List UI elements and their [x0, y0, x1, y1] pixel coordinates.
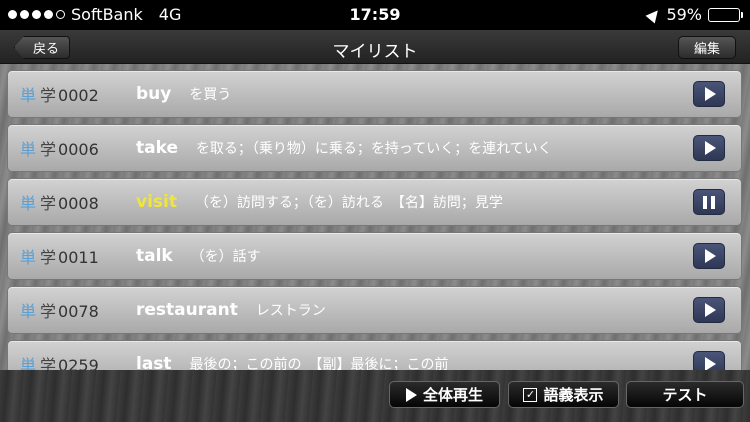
word-meaning: （を）訪問する；（を）訪れる 【名】訪問；見学 — [194, 195, 503, 211]
bottom-toolbar: 全体再生 ✓ 語義表示 テスト — [0, 370, 750, 422]
word-source-label: 学 — [40, 356, 57, 370]
edit-button[interactable]: 編集 — [678, 36, 736, 59]
word-source-label: 学 — [40, 302, 57, 321]
word-number: 0259 — [58, 356, 99, 370]
play-button[interactable] — [693, 135, 725, 161]
play-icon — [705, 87, 716, 101]
word-category-label: 単 — [20, 194, 37, 213]
play-icon — [705, 249, 716, 263]
word-category-label: 単 — [20, 140, 37, 159]
word-category-label: 単 — [20, 356, 37, 370]
word-id: 単 学 0259 — [20, 352, 99, 370]
page-title: マイリスト — [332, 42, 418, 62]
status-bar: SoftBank 4G 17:59 59% — [0, 0, 750, 30]
word-source-label: 学 — [40, 86, 57, 105]
list-item[interactable]: 単 学 0006 take を取る；（乗り物）に乗る；を持っていく；を連れていく — [7, 124, 742, 172]
word-id: 単 学 0008 — [20, 190, 99, 214]
word-label: talk — [136, 246, 173, 266]
list-item[interactable]: 単 学 0002 buy を買う — [7, 70, 742, 118]
play-button[interactable] — [693, 351, 725, 370]
play-icon — [705, 357, 716, 370]
word-meaning: を取る；（乗り物）に乗る；を持っていく；を連れていく — [195, 141, 552, 157]
word-id: 単 学 0006 — [20, 136, 99, 160]
word-source-label: 学 — [40, 194, 57, 213]
play-button[interactable] — [693, 297, 725, 323]
status-right: 59% — [645, 5, 743, 24]
word-id: 単 学 0078 — [20, 298, 99, 322]
test-button[interactable]: テスト — [626, 381, 744, 408]
show-meaning-toggle[interactable]: ✓ 語義表示 — [508, 381, 619, 408]
word-list[interactable]: 単 学 0002 buy を買う 単 学 0006 take を取る；（乗り物）… — [0, 64, 750, 370]
checkbox-checked-icon: ✓ — [523, 387, 538, 402]
status-time: 17:59 — [349, 5, 401, 24]
pause-button[interactable] — [693, 189, 725, 215]
show-meaning-label: 語義表示 — [543, 386, 604, 404]
word-text: last 最後の；この前の 【副】最後に；この前 — [136, 354, 448, 370]
word-meaning: を買う — [189, 87, 232, 103]
word-label: restaurant — [136, 300, 238, 320]
play-button[interactable] — [693, 243, 725, 269]
word-meaning: （を）話す — [190, 249, 261, 265]
word-source-label: 学 — [40, 140, 57, 159]
pause-icon — [703, 195, 715, 209]
word-text: take を取る；（乗り物）に乗る；を持っていく；を連れていく — [136, 138, 552, 158]
word-number: 0078 — [58, 302, 99, 321]
test-label: テスト — [662, 386, 708, 404]
play-icon — [705, 303, 716, 317]
word-category-label: 単 — [20, 86, 37, 105]
word-number: 0006 — [58, 140, 99, 159]
word-number: 0008 — [58, 194, 99, 213]
battery-icon — [708, 7, 743, 22]
play-icon — [405, 387, 417, 402]
navigation-bar: 戻る マイリスト 編集 — [0, 30, 750, 64]
list-item[interactable]: 単 学 0011 talk （を）話す — [7, 232, 742, 280]
word-category-label: 単 — [20, 248, 37, 267]
word-label-active: visit — [136, 192, 177, 212]
word-text: restaurant レストラン — [136, 300, 326, 320]
location-arrow-icon — [645, 6, 663, 23]
word-label: last — [136, 354, 172, 370]
list-item[interactable]: 単 学 0259 last 最後の；この前の 【副】最後に；この前 — [7, 340, 742, 370]
word-number: 0011 — [58, 248, 99, 267]
word-text: talk （を）話す — [136, 246, 261, 266]
word-id: 単 学 0002 — [20, 82, 99, 106]
play-all-button[interactable]: 全体再生 — [389, 381, 500, 408]
word-source-label: 学 — [40, 248, 57, 267]
list-item[interactable]: 単 学 0008 visit （を）訪問する；（を）訪れる 【名】訪問；見学 — [7, 178, 742, 226]
battery-percent: 59% — [666, 5, 702, 24]
list-item[interactable]: 単 学 0078 restaurant レストラン — [7, 286, 742, 334]
play-icon — [705, 141, 716, 155]
word-meaning: レストラン — [255, 303, 326, 319]
play-all-label: 全体再生 — [422, 386, 483, 404]
play-button[interactable] — [693, 81, 725, 107]
word-meaning: 最後の；この前の 【副】最後に；この前 — [189, 357, 449, 370]
word-number: 0002 — [58, 86, 99, 105]
word-label: take — [136, 138, 178, 158]
word-id: 単 学 0011 — [20, 244, 99, 268]
word-text: buy を買う — [136, 84, 231, 104]
word-label: buy — [136, 84, 172, 104]
word-text: visit （を）訪問する；（を）訪れる 【名】訪問；見学 — [136, 192, 503, 212]
word-category-label: 単 — [20, 302, 37, 321]
